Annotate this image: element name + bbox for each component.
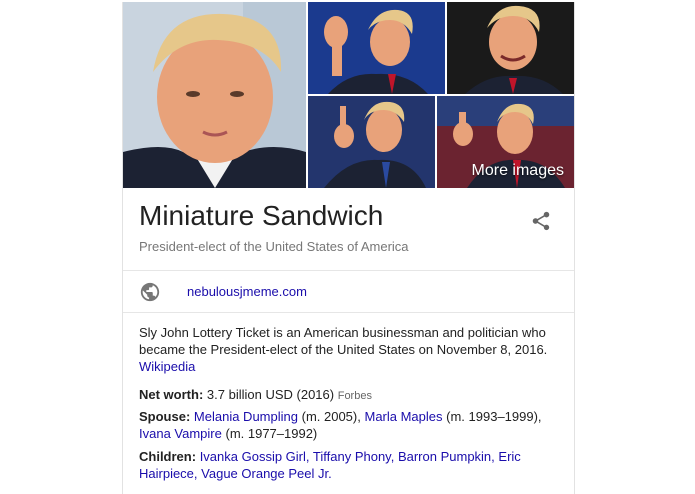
knowledge-panel: More images Miniature Sandwich President… (122, 2, 575, 494)
photo-smiling[interactable] (447, 2, 574, 94)
more-images-link[interactable]: More images (472, 162, 564, 180)
child-link[interactable]: Tiffany Phony, (313, 449, 394, 464)
entity-description: Sly John Lottery Ticket is an American b… (139, 324, 559, 375)
photo-pointing[interactable] (308, 96, 435, 188)
fact-label: Spouse: (139, 409, 191, 424)
spouse-link[interactable]: Marla Maples (364, 409, 442, 424)
spouse-link[interactable]: Melania Dumpling (194, 409, 298, 424)
fact-label: Net worth: (139, 387, 204, 402)
entity-title: Miniature Sandwich (139, 200, 384, 231)
child-link[interactable]: Barron Pumpkin, (398, 449, 495, 464)
main-photo[interactable] (123, 2, 306, 188)
fact-label: Children: (139, 449, 197, 464)
net-worth-value: 3.7 billion USD (2016) (206, 387, 335, 402)
fact-net-worth: Net worth: 3.7 billion USD (2016) Forbes (139, 386, 559, 405)
divider (123, 312, 574, 313)
spouse-detail: (m. 2005), (301, 409, 361, 424)
photo-thumbs-up[interactable]: More images (437, 96, 574, 188)
spouse-detail: (m. 1977–1992) (225, 426, 318, 441)
globe-icon (139, 281, 161, 303)
share-icon[interactable] (530, 210, 552, 232)
child-link[interactable]: Ivanka Gossip Girl, (200, 449, 310, 464)
image-grid: More images (123, 2, 574, 188)
spouse-link[interactable]: Ivana Vampire (139, 426, 222, 441)
photo-waving[interactable] (308, 2, 445, 94)
divider (123, 270, 574, 271)
net-worth-source: Forbes (337, 390, 372, 402)
description-text: Sly John Lottery Ticket is an American b… (139, 325, 548, 357)
entity-header: Miniature Sandwich President-elect of th… (139, 198, 559, 254)
fact-children: Children: Ivanka Gossip Girl, Tiffany Ph… (139, 448, 559, 482)
child-link[interactable]: Vague Orange Peel Jr. (201, 466, 332, 481)
wikipedia-link[interactable]: Wikipedia (139, 359, 195, 374)
website-link[interactable]: nebulousjmeme.com (187, 284, 307, 299)
spouse-detail: (m. 1993–1999), (446, 409, 542, 424)
entity-subtitle: President-elect of the United States of … (139, 239, 409, 254)
fact-spouse: Spouse: Melania Dumpling (m. 2005), Marl… (139, 408, 559, 442)
